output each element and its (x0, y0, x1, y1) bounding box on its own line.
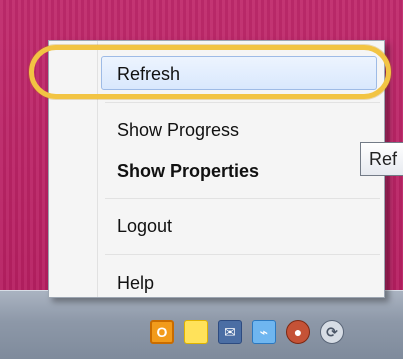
menu-item-refresh[interactable]: Refresh (101, 56, 377, 90)
menu-separator (105, 254, 380, 256)
system-tray: O ✉ ⌁ ● ⟳ (150, 315, 344, 349)
sync-icon[interactable]: ⟳ (320, 320, 344, 344)
office-icon[interactable]: O (150, 320, 174, 344)
menu-item-show-properties[interactable]: Show Properties (105, 154, 375, 188)
sticky-note-icon[interactable] (184, 320, 208, 344)
network-icon[interactable]: ⌁ (252, 320, 276, 344)
user-status-icon[interactable]: ● (286, 320, 310, 344)
tooltip: Ref (360, 142, 403, 176)
menu-item-show-progress[interactable]: Show Progress (105, 113, 375, 147)
menu-separator (105, 102, 380, 104)
menu-separator (105, 198, 380, 200)
mail-icon[interactable]: ✉ (218, 320, 242, 344)
menu-item-help[interactable]: Help (105, 266, 375, 300)
taskbar: O ✉ ⌁ ● ⟳ (0, 290, 403, 359)
context-menu: Refresh Show Progress Show Properties Lo… (48, 40, 385, 298)
menu-item-logout[interactable]: Logout (105, 209, 375, 243)
